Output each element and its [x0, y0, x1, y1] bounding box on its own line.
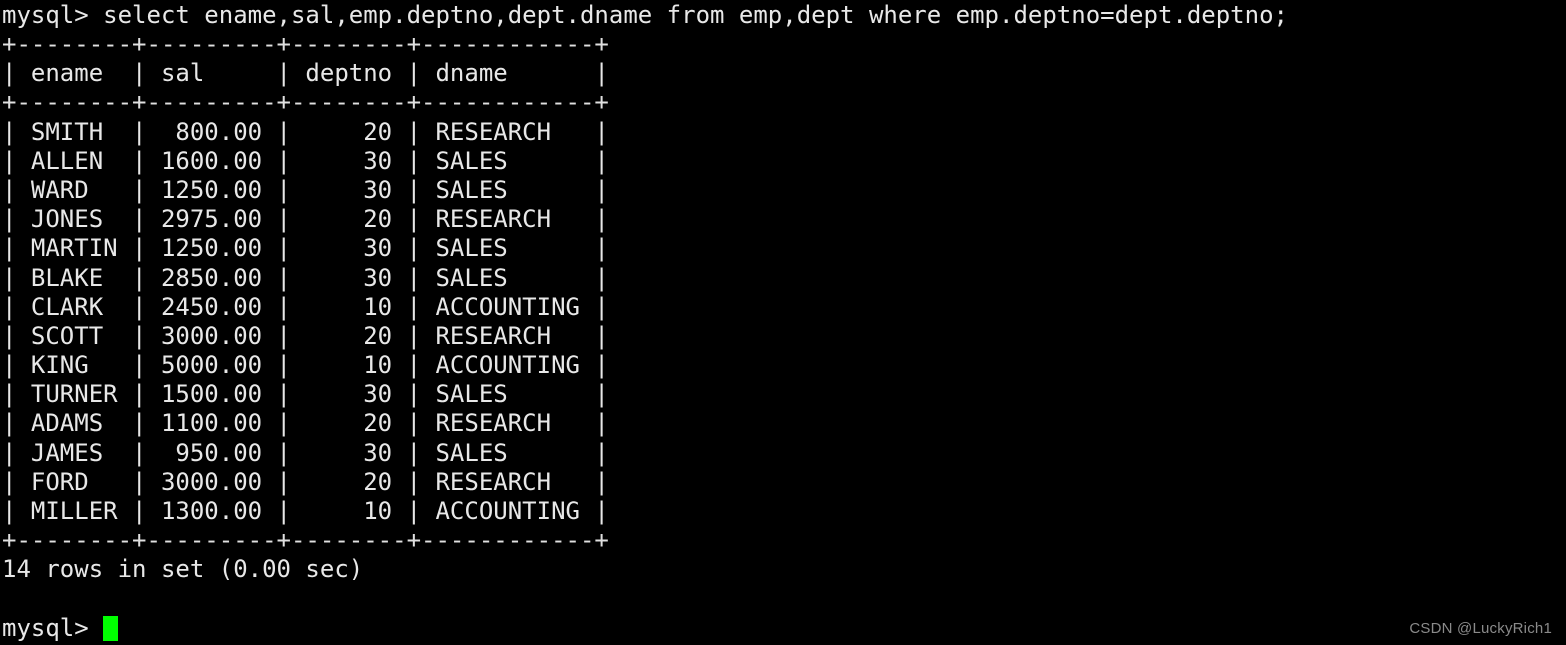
table-row: | JAMES | 950.00 | 30 | SALES | — [2, 438, 609, 467]
table-row: | MARTIN | 1250.00 | 30 | SALES | — [2, 234, 609, 263]
table-row: | SMITH | 800.00 | 20 | RESEARCH | — [2, 117, 609, 146]
table-row: | FORD | 3000.00 | 20 | RESEARCH | — [2, 467, 609, 496]
table-row: | ADAMS | 1100.00 | 20 | RESEARCH | — [2, 409, 609, 438]
table-row: | JONES | 2975.00 | 20 | RESEARCH | — [2, 205, 609, 234]
table-row: | MILLER | 1300.00 | 10 | ACCOUNTING | — [2, 497, 609, 525]
table-row: | ALLEN | 1600.00 | 30 | SALES | — [2, 146, 609, 175]
terminal-window[interactable]: mysql> select ename,sal,emp.deptno,dept.… — [0, 0, 1566, 645]
table-top-border: +--------+---------+--------+-----------… — [2, 30, 609, 58]
prompt-label: mysql> — [2, 613, 104, 642]
table-row: | TURNER | 1500.00 | 30 | SALES | — [2, 380, 609, 409]
table-header-border: +--------+---------+--------+-----------… — [2, 88, 609, 117]
prompt-line[interactable]: mysql> — [0, 614, 1566, 643]
status-line: 14 rows in set (0.00 sec) — [2, 555, 364, 584]
text-cursor[interactable] — [103, 615, 118, 641]
table-bottom-border: +--------+---------+--------+-----------… — [2, 526, 609, 555]
table-row: | BLAKE | 2850.00 | 30 | SALES | — [2, 263, 609, 292]
table-row: | KING | 5000.00 | 10 | ACCOUNTING | — [2, 351, 609, 380]
table-body: | SMITH | 800.00 | 20 | RESEARCH | | ALLE… — [0, 118, 1566, 527]
table-row: | SCOTT | 3000.00 | 20 | RESEARCH | — [2, 321, 609, 350]
table-row: | WARD | 1250.00 | 30 | SALES | — [2, 175, 609, 204]
table-header-row: | ename | sal | deptno | dname | — [2, 59, 609, 88]
command-line: mysql> select ename,sal,emp.deptno,dept.… — [2, 1, 1288, 29]
watermark: CSDN @LuckyRich1 — [1409, 620, 1552, 637]
table-row: | CLARK | 2450.00 | 10 | ACCOUNTING | — [2, 292, 609, 321]
